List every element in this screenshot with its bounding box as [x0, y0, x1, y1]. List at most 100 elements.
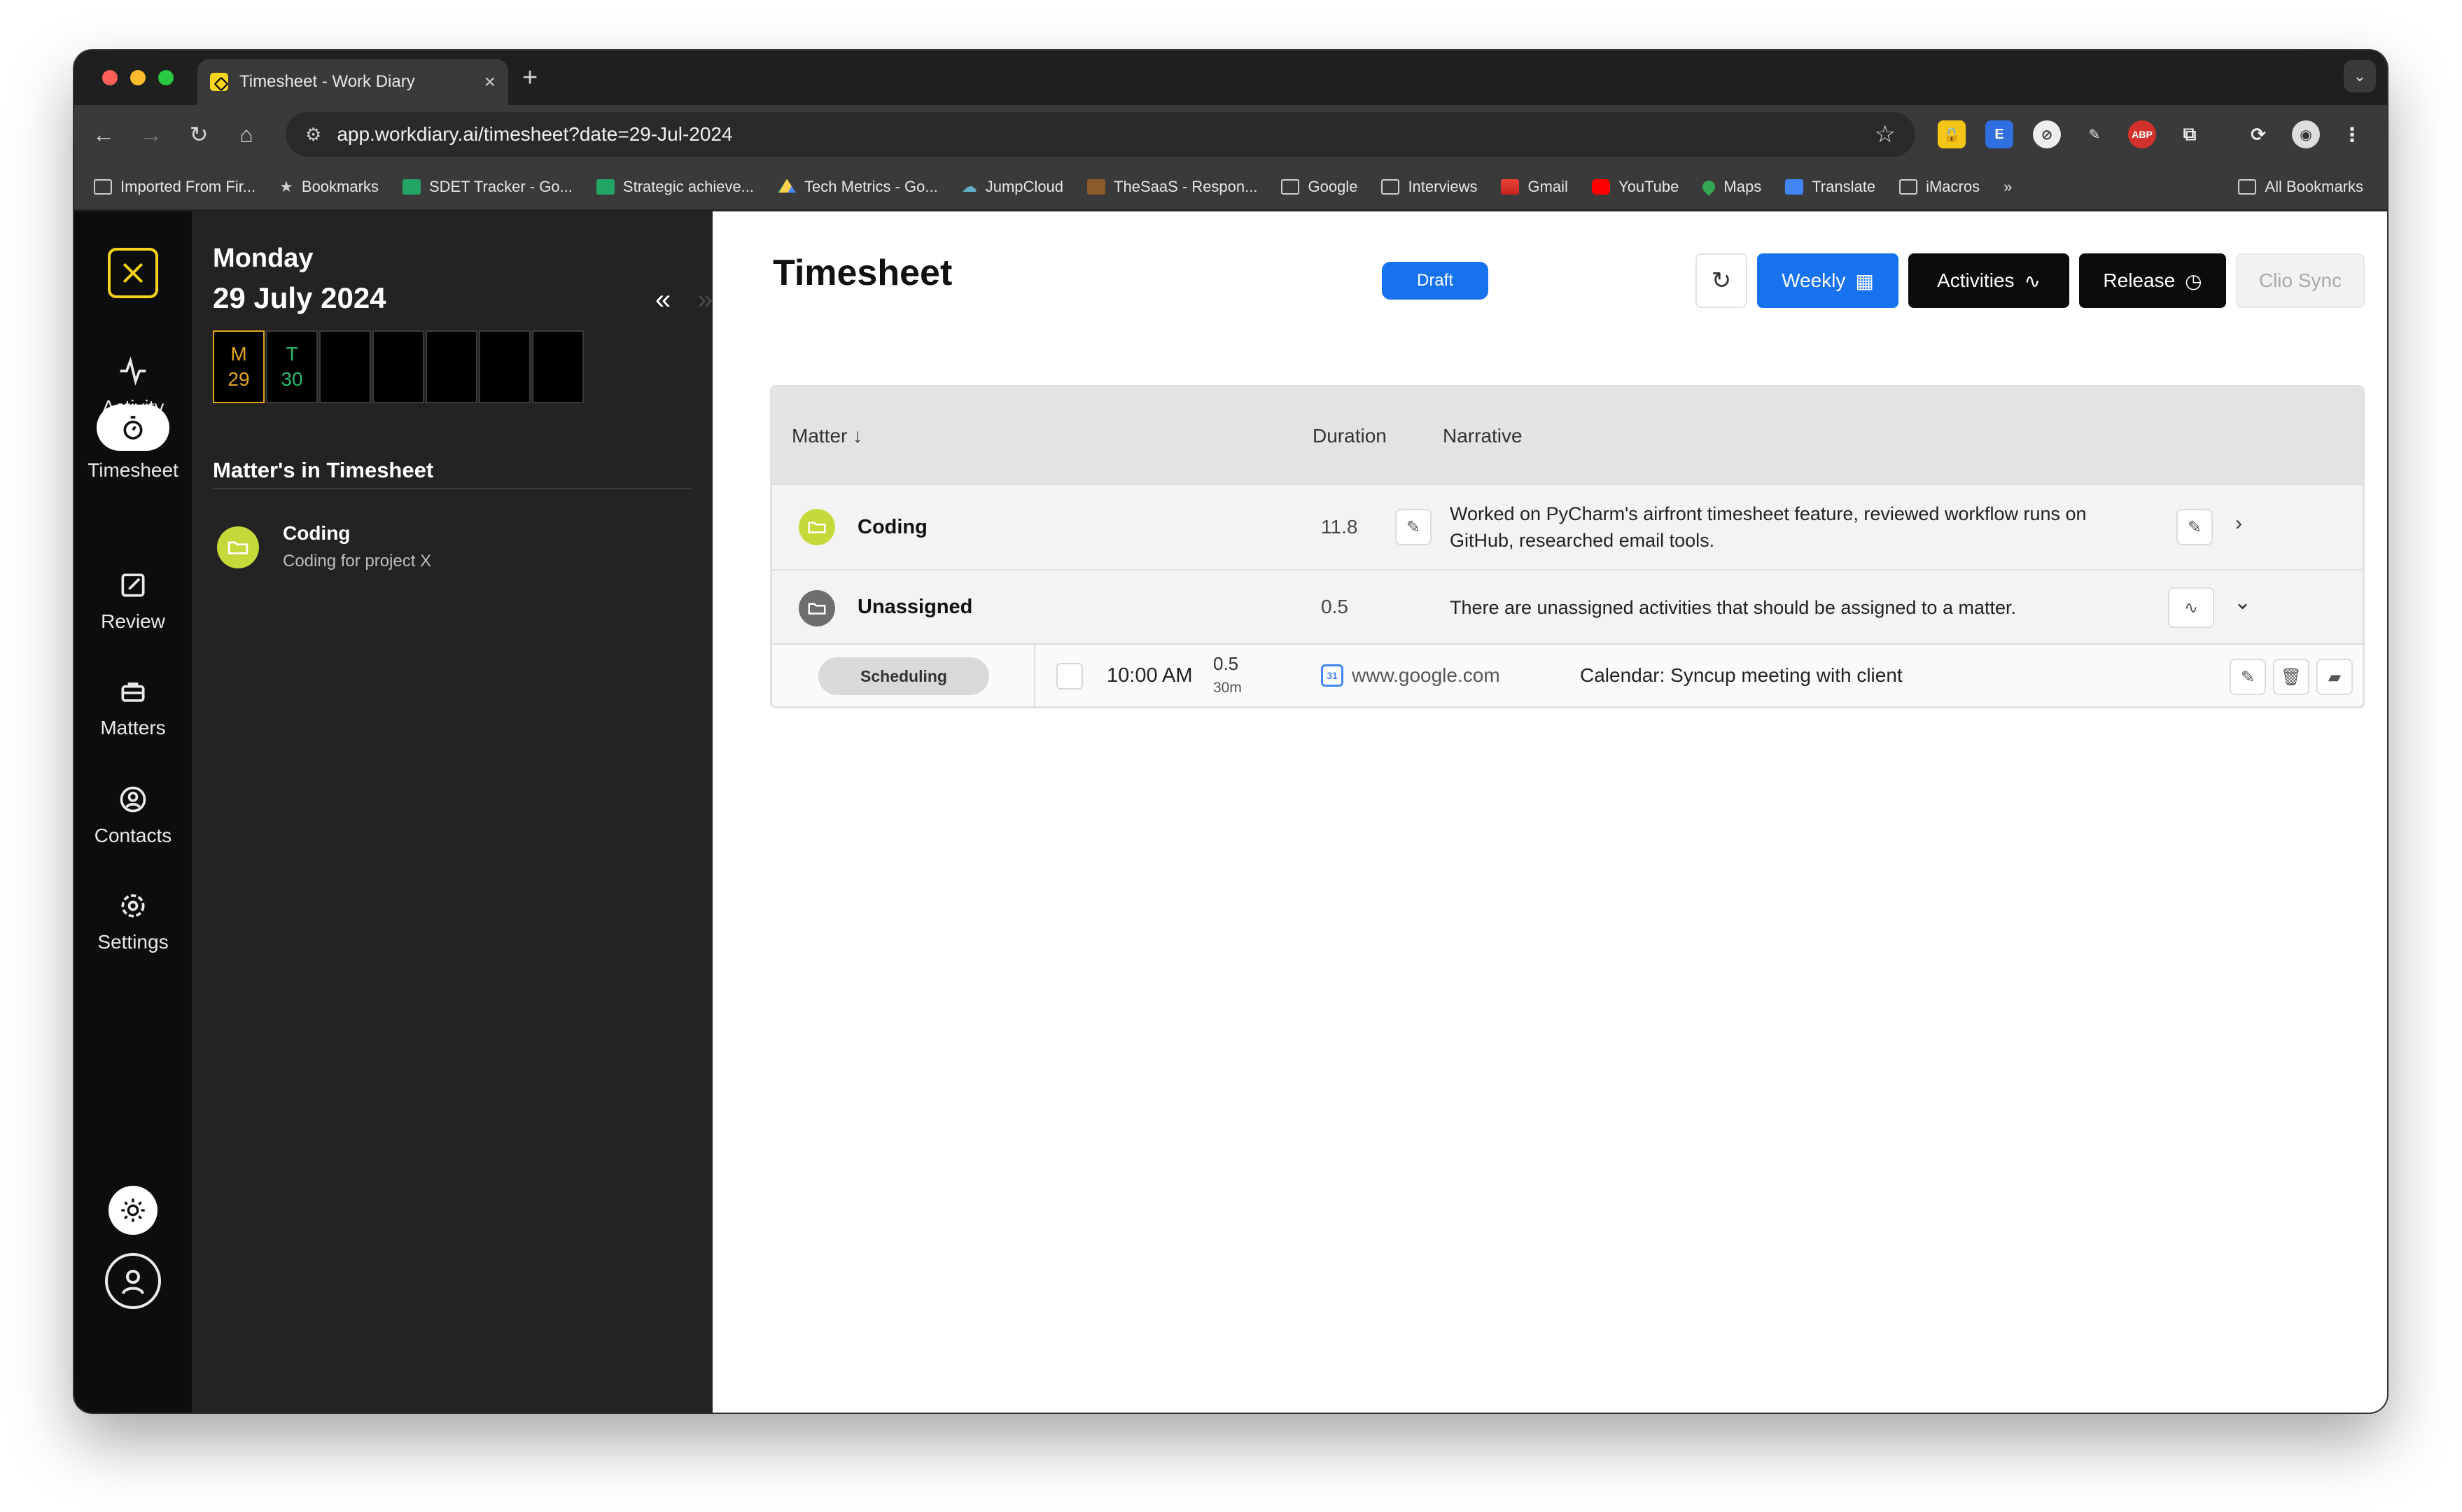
column-header-matter[interactable]: Matter ↓ [792, 425, 862, 447]
folder-icon [2238, 178, 2257, 195]
day-cell[interactable] [372, 330, 424, 403]
bookmark-item[interactable]: TheSaaS - Respon... [1087, 178, 1257, 196]
table-row[interactable]: Coding 11.8 ✎ Worked on PyCharm's airfro… [772, 484, 2363, 569]
day-cell[interactable] [319, 330, 371, 403]
bookmark-item[interactable]: iMacros [1899, 178, 1980, 196]
narrative-text: Worked on PyCharm's airfront timesheet f… [1450, 503, 2087, 551]
day-cell[interactable] [532, 330, 584, 403]
folder-icon [1899, 178, 1918, 195]
rail-item-timesheet[interactable]: Timesheet [74, 405, 192, 482]
password-extension-icon[interactable]: 🔒 [1938, 120, 1966, 148]
bookmark-item[interactable]: Gmail [1501, 178, 1568, 196]
activity-checkbox[interactable] [1056, 663, 1083, 690]
day-cell[interactable] [426, 330, 477, 403]
bookmark-item[interactable]: Imported From Fir... [94, 178, 256, 196]
release-button[interactable]: Release ◷ [2079, 253, 2226, 308]
rail-item-matters[interactable]: Matters [74, 676, 192, 739]
timesheet-table: Matter ↓ Duration Narrative Coding 11.8 … [770, 385, 2365, 708]
day-cell[interactable]: T 30 [266, 330, 318, 403]
profile-avatar-icon[interactable]: ◉ [2292, 120, 2320, 148]
adblock-icon[interactable]: ABP [2128, 120, 2156, 148]
previous-day-button[interactable]: « [655, 284, 671, 316]
chevron-right-icon[interactable]: › [2235, 512, 2242, 536]
extensions-puzzle-icon[interactable]: ⧉ [2176, 120, 2204, 148]
rail-item-review[interactable]: Review [74, 570, 192, 633]
google-calendar-icon: 31 [1321, 664, 1343, 687]
all-bookmarks[interactable]: All Bookmarks [2238, 178, 2363, 196]
assign-matter-button[interactable]: ▰ [2316, 659, 2353, 695]
tab-strip: Timesheet - Work Diary × + ⌄ [74, 50, 2387, 105]
workdiary-logo[interactable] [105, 245, 161, 301]
table-row[interactable]: Unassigned 0.5 There are unassigned acti… [772, 569, 2363, 643]
bookmark-item[interactable]: Maps [1700, 178, 1761, 196]
column-header-narrative: Narrative [1443, 425, 1523, 447]
bookmark-item[interactable]: SDET Tracker - Go... [402, 178, 573, 196]
activity-site: www.google.com [1352, 664, 1500, 686]
jumpcloud-icon: ☁ [961, 177, 977, 195]
bookmark-item[interactable]: Strategic achieve... [596, 178, 754, 196]
rail-label: Matters [100, 717, 166, 738]
delete-activity-button[interactable]: 🗑 [2273, 659, 2309, 695]
matter-name: Unassigned [858, 596, 973, 618]
edit-narrative-button[interactable]: ✎ [2176, 509, 2213, 545]
browser-menu-icon[interactable]: ⋮ [2338, 120, 2366, 148]
tab-title: Timesheet - Work Diary [239, 72, 415, 91]
close-window-button[interactable] [102, 70, 118, 85]
day-cell[interactable]: M 29 [213, 330, 265, 403]
url-text[interactable]: app.workdiary.ai/timesheet?date=29-Jul-2… [337, 123, 1874, 146]
weekly-button[interactable]: Weekly ▦ [1757, 253, 1898, 308]
forward-button[interactable]: → [134, 118, 168, 151]
bookmark-star-icon[interactable]: ☆ [1875, 120, 1896, 148]
briefcase-icon [121, 682, 145, 702]
activities-button[interactable]: ∿ [2168, 587, 2214, 628]
rail-item-contacts[interactable]: Contacts [74, 784, 192, 847]
bookmark-item[interactable]: Google [1281, 178, 1357, 196]
page-title: Timesheet [773, 253, 953, 293]
close-tab-icon[interactable]: × [484, 71, 496, 93]
edit-duration-button[interactable]: ✎ [1395, 509, 1432, 545]
clio-sync-button[interactable]: Clio Sync [2236, 253, 2365, 308]
bookmark-item[interactable]: Tech Metrics - Go... [778, 178, 938, 196]
bookmark-item[interactable]: YouTube [1591, 178, 1679, 196]
chevron-down-icon[interactable]: ⌄ [2234, 590, 2251, 615]
back-button[interactable]: ← [87, 118, 120, 151]
edit-activity-button[interactable]: ✎ [2230, 659, 2266, 695]
address-bar[interactable]: ⚙ app.workdiary.ai/timesheet?date=29-Jul… [286, 112, 1915, 157]
category-tag[interactable]: Scheduling [818, 657, 989, 695]
drive-icon [778, 178, 797, 193]
rail-item-settings[interactable]: Settings [74, 890, 192, 953]
new-tab-button[interactable]: + [522, 63, 538, 93]
next-day-button[interactable]: » [697, 284, 713, 316]
bookmark-item[interactable]: ☁ JumpCloud [962, 178, 1063, 196]
folder-icon [217, 526, 259, 568]
day-cell[interactable] [479, 330, 531, 403]
bookmarks-overflow-button[interactable]: » [2003, 178, 2012, 196]
main-content: Timesheet Draft ↻ Weekly ▦ Activities ∿ Re… [713, 211, 2387, 1413]
bookmark-item[interactable]: ★ Bookmarks [279, 178, 379, 196]
browser-tab[interactable]: Timesheet - Work Diary × [197, 59, 508, 105]
site-info-icon[interactable]: ⚙ [305, 124, 321, 146]
home-button[interactable]: ⌂ [230, 118, 263, 151]
reload-button[interactable]: ↻ [182, 118, 216, 151]
bookmark-item[interactable]: Interviews [1381, 178, 1477, 196]
rail-label: Contacts [94, 825, 172, 846]
sheets-icon [596, 178, 615, 195]
column-header-duration: Duration [1313, 425, 1387, 447]
narrative-text: There are unassigned activities that sho… [1450, 597, 2016, 618]
rail-label: Review [101, 610, 165, 632]
theme-toggle-button[interactable] [109, 1186, 158, 1235]
tab-search-button[interactable]: ⌄ [2344, 60, 2376, 92]
extension-compass-icon[interactable]: ⊘ [2033, 120, 2061, 148]
user-profile-button[interactable] [105, 1253, 161, 1309]
minimize-window-button[interactable] [130, 70, 146, 85]
maximize-window-button[interactable] [158, 70, 174, 85]
bookmark-item[interactable]: Translate [1785, 178, 1875, 196]
matter-card-coding[interactable]: Coding Coding for project X [217, 522, 431, 571]
extension-e-icon[interactable]: E [1985, 120, 2013, 148]
activity-row[interactable]: Scheduling 10:00 AM 0.5 30m 31 www.googl… [772, 643, 2363, 706]
refresh-button[interactable]: ↻ [1695, 253, 1747, 308]
extension-eyedropper-icon[interactable]: ✎ [2080, 120, 2108, 148]
sync-icon[interactable]: ⟳ [2244, 120, 2272, 148]
matters-section-title: Matter's in Timesheet [213, 458, 434, 482]
activities-button[interactable]: Activities ∿ [1908, 253, 2069, 308]
